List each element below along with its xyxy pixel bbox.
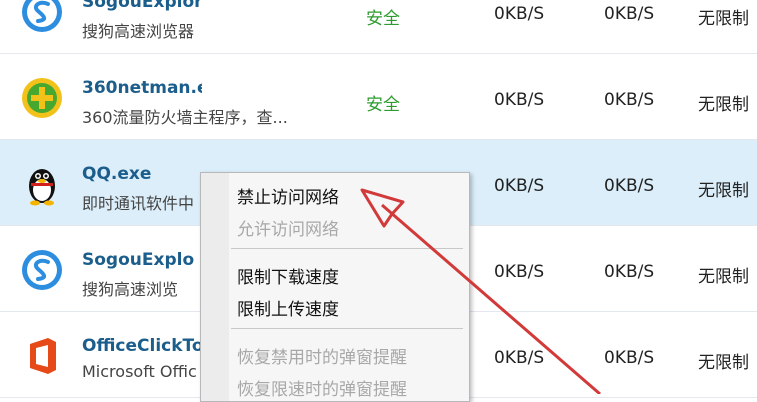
menu-item-limit-download[interactable]: 限制下载速度 — [237, 263, 339, 288]
limit-status[interactable]: 无限制 — [698, 176, 749, 201]
menu-separator — [231, 248, 463, 249]
menu-item-limit-upload[interactable]: 限制上传速度 — [237, 295, 339, 320]
limit-status[interactable]: 无限制 — [698, 4, 749, 29]
sogou-browser-icon — [22, 250, 62, 290]
qq-penguin-icon — [29, 169, 55, 206]
upload-speed: 0KB/S — [604, 90, 655, 110]
menu-icon-strip — [201, 173, 229, 401]
menu-item-allow-network: 允许访问网络 — [237, 220, 339, 240]
office-icon — [30, 338, 56, 374]
process-description: Microsoft Offic — [82, 362, 197, 381]
limit-status[interactable]: 无限制 — [698, 262, 749, 287]
table-row[interactable]: SogouExplorer.exe 搜狗高速浏览器 安全 0KB/S 0KB/S… — [0, 0, 757, 54]
process-description: 即时通讯软件中 — [82, 194, 195, 213]
menu-item-restore-block-popup: 恢复禁用时的弹窗提醒 — [237, 348, 407, 368]
upload-speed: 0KB/S — [604, 262, 655, 282]
process-name: QQ.exe — [82, 164, 152, 184]
limit-status[interactable]: 无限制 — [698, 90, 749, 115]
download-speed: 0KB/S — [494, 348, 545, 368]
process-description: 搜狗高速浏览 — [82, 280, 179, 299]
process-name: SogouExplorer.exe — [82, 0, 202, 12]
context-menu: 禁止访问网络 允许访问网络 限制下载速度 限制上传速度 恢复禁用时的弹窗提醒 恢… — [200, 172, 470, 402]
process-name: SogouExplo — [82, 250, 195, 270]
menu-separator — [231, 328, 463, 329]
download-speed: 0KB/S — [494, 4, 545, 24]
limit-status[interactable]: 无限制 — [698, 348, 749, 373]
process-description: 搜狗高速浏览器 — [82, 22, 195, 41]
sogou-browser-icon — [22, 0, 62, 32]
upload-speed: 0KB/S — [604, 176, 655, 196]
process-description: 360流量防火墙主程序，查... — [82, 108, 288, 127]
download-speed: 0KB/S — [494, 90, 545, 110]
status-safe: 安全 — [366, 95, 400, 115]
process-name: OfficeClickTo — [82, 336, 200, 356]
menu-item-block-network[interactable]: 禁止访问网络 — [237, 183, 339, 208]
download-speed: 0KB/S — [494, 262, 545, 282]
upload-speed: 0KB/S — [604, 4, 655, 24]
360-netman-icon — [22, 78, 62, 118]
download-speed: 0KB/S — [494, 176, 545, 196]
status-safe: 安全 — [366, 9, 400, 29]
menu-item-restore-limit-popup: 恢复限速时的弹窗提醒 — [237, 380, 407, 400]
table-row[interactable]: 360netman.exe 360流量防火墙主程序，查... 安全 0KB/S … — [0, 54, 757, 140]
upload-speed: 0KB/S — [604, 348, 655, 368]
process-name: 360netman.exe — [82, 78, 202, 98]
